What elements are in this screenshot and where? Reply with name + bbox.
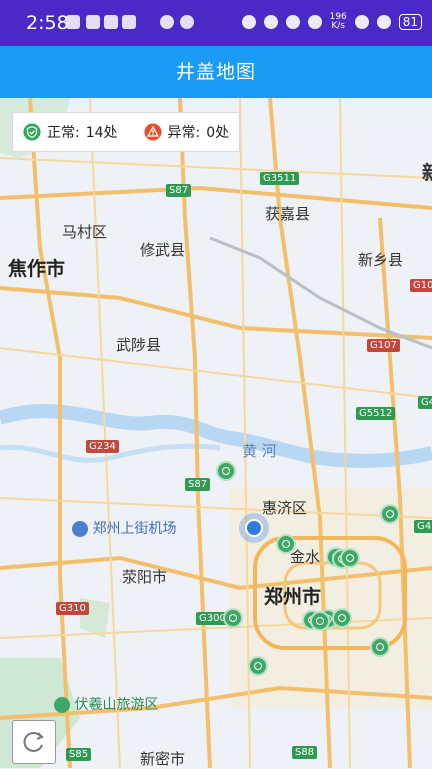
- scenic-spot-icon: [54, 697, 70, 713]
- road-shield: G10: [410, 279, 432, 292]
- app-bar: 井盖地图: [0, 46, 432, 98]
- place-label: 新: [422, 162, 432, 184]
- app-notification-icon: [104, 15, 118, 29]
- abnormal-label: 异常:: [167, 125, 201, 141]
- refresh-button[interactable]: [12, 720, 56, 764]
- road-shield: S85: [66, 748, 92, 761]
- manhole-marker[interactable]: [248, 656, 268, 676]
- abnormal-count: 0处: [206, 125, 230, 141]
- sim-icon: [376, 15, 391, 29]
- place-label: 修武县: [140, 241, 186, 259]
- road-shield: S87: [166, 184, 192, 197]
- page-title: 井盖地图: [175, 61, 256, 83]
- manhole-marker[interactable]: [370, 637, 390, 657]
- road-shield: G234: [86, 440, 119, 453]
- map-background: [0, 98, 432, 768]
- place-label: 荥阳市: [122, 568, 168, 586]
- place-label: 马村区: [62, 223, 108, 241]
- road-shield: G4: [414, 520, 432, 533]
- manhole-marker[interactable]: [216, 461, 236, 481]
- manhole-marker[interactable]: [310, 611, 330, 631]
- refresh-icon: [23, 732, 44, 752]
- map-view[interactable]: [0, 98, 432, 768]
- manhole-marker[interactable]: [276, 534, 296, 554]
- battery-indicator: 81: [398, 14, 422, 30]
- network-speed: 196 K/s: [330, 13, 347, 31]
- manhole-marker[interactable]: [340, 548, 360, 568]
- manhole-marker[interactable]: [223, 608, 243, 628]
- vibrate-icon: [307, 15, 322, 29]
- scenic-poi[interactable]: 伏羲山旅游区: [54, 694, 158, 714]
- place-label: 武陟县: [116, 336, 162, 354]
- place-label: 新乡县: [358, 251, 404, 269]
- status-bar: 2:58 196 K/s 81: [0, 0, 432, 46]
- normal-label: 正常:: [47, 125, 80, 141]
- road-shield: G3511: [260, 172, 300, 185]
- shield-notification-icon: [122, 15, 136, 29]
- status-legend: 正常: 14处 异常: 0处: [12, 112, 241, 152]
- airplane-icon: [72, 521, 88, 537]
- place-label: 新密市: [140, 750, 186, 768]
- network-speed-unit: K/s: [331, 21, 345, 31]
- alarm-icon: [241, 15, 256, 29]
- data-saver-icon: [160, 15, 174, 29]
- road-shield: S88: [292, 746, 318, 759]
- status-time: 2:58: [26, 12, 69, 34]
- wifi-icon: [354, 15, 369, 29]
- road-shield: G5512: [356, 407, 396, 420]
- airport-poi[interactable]: 郑州上街机场: [72, 518, 176, 538]
- bluetooth-icon: [263, 15, 278, 29]
- usb-icon: [86, 15, 100, 29]
- shield-check-icon: [23, 123, 41, 141]
- road-shield: G310: [56, 602, 89, 615]
- location-icon: [285, 15, 300, 29]
- manhole-marker[interactable]: [332, 608, 352, 628]
- airport-label: 郑州上街机场: [92, 521, 177, 537]
- normal-count: 14处: [85, 125, 118, 141]
- road-shield: S87: [185, 478, 211, 491]
- scenic-label: 伏羲山旅游区: [74, 697, 159, 713]
- manhole-marker[interactable]: [380, 504, 400, 524]
- warning-icon: [143, 123, 162, 141]
- road-shield: G107: [367, 339, 400, 352]
- river-label: 黄 河: [242, 442, 277, 460]
- app-notification-icon: [66, 15, 80, 29]
- status-right-icons: 196 K/s 81: [241, 13, 422, 31]
- speedometer-icon: [180, 15, 194, 29]
- place-label: 获嘉县: [265, 205, 311, 223]
- place-label: 郑州市: [264, 586, 322, 608]
- road-shield: G4: [418, 396, 432, 409]
- place-label: 惠济区: [262, 499, 308, 517]
- place-label: 焦作市: [8, 258, 66, 280]
